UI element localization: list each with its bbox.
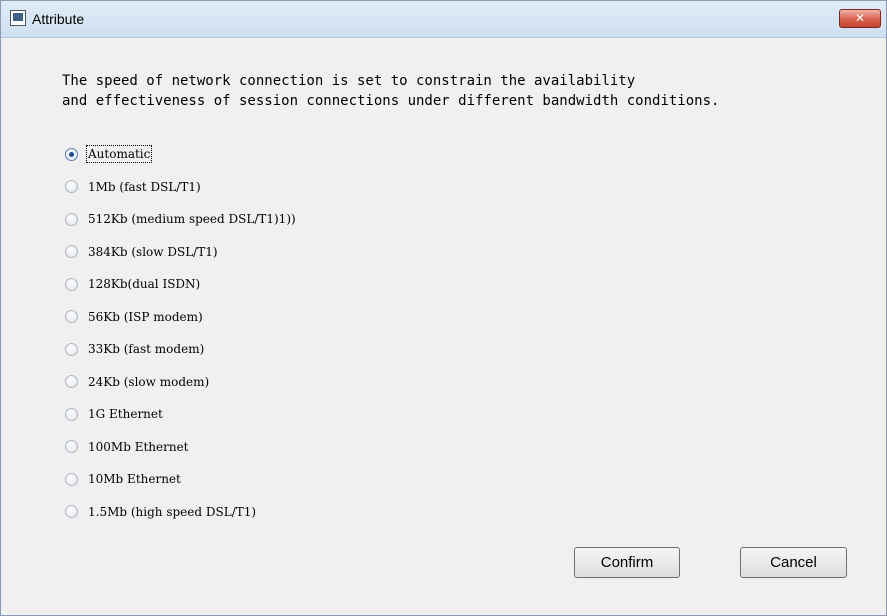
cancel-button[interactable]: Cancel — [740, 547, 847, 578]
radio-1mb[interactable] — [65, 180, 78, 194]
option-label: 128Kb(dual ISDN) — [88, 277, 201, 292]
option-128kb[interactable]: 128Kb(dual ISDN) — [65, 268, 296, 301]
description-line-1: The speed of network connection is set t… — [62, 73, 636, 89]
option-label: 384Kb (slow DSL/T1) — [88, 244, 218, 259]
window-title: Attribute — [32, 11, 85, 27]
radio-selected-dot — [69, 151, 74, 157]
option-label: 24Kb (slow modem) — [88, 374, 210, 389]
radio-24kb[interactable] — [65, 375, 78, 389]
radio-512kb[interactable] — [65, 212, 78, 226]
description-text: The speed of network connection is set t… — [62, 71, 719, 111]
option-label: 10Mb Ethernet — [88, 472, 181, 487]
option-512kb[interactable]: 512Kb (medium speed DSL/T1)1)) — [65, 203, 296, 236]
radio-384kb[interactable] — [65, 245, 78, 259]
radio-1g-ethernet[interactable] — [65, 407, 78, 421]
option-automatic[interactable]: Automatic — [65, 138, 296, 171]
option-label: 56Kb (ISP modem) — [88, 309, 203, 324]
attribute-dialog: Attribute ✕ The speed of network connect… — [0, 0, 887, 616]
close-icon: ✕ — [854, 11, 866, 25]
radio-automatic[interactable] — [65, 147, 78, 161]
radio-33kb[interactable] — [65, 342, 78, 356]
option-label: 1G Ethernet — [88, 407, 163, 422]
connection-speed-options: Automatic 1Mb (fast DSL/T1) 512Kb (mediu… — [65, 138, 296, 528]
option-1g-ethernet[interactable]: 1G Ethernet — [65, 398, 296, 431]
option-1mb[interactable]: 1Mb (fast DSL/T1) — [65, 171, 296, 204]
option-100mb-ethernet[interactable]: 100Mb Ethernet — [65, 431, 296, 464]
title-bar[interactable]: Attribute ✕ — [1, 1, 886, 38]
option-label: 512Kb (medium speed DSL/T1)1)) — [88, 212, 296, 227]
radio-100mb-ethernet[interactable] — [65, 440, 78, 454]
option-33kb[interactable]: 33Kb (fast modem) — [65, 333, 296, 366]
close-button[interactable]: ✕ — [839, 9, 881, 28]
option-label: 1.5Mb (high speed DSL/T1) — [88, 504, 257, 519]
option-56kb[interactable]: 56Kb (ISP modem) — [65, 301, 296, 334]
option-10mb-ethernet[interactable]: 10Mb Ethernet — [65, 463, 296, 496]
option-384kb[interactable]: 384Kb (slow DSL/T1) — [65, 236, 296, 269]
option-1-5mb[interactable]: 1.5Mb (high speed DSL/T1) — [65, 496, 296, 529]
option-label: 100Mb Ethernet — [88, 439, 189, 454]
description-line-2: and effectiveness of session connections… — [62, 93, 720, 109]
radio-56kb[interactable] — [65, 310, 78, 324]
option-24kb[interactable]: 24Kb (slow modem) — [65, 366, 296, 399]
radio-10mb-ethernet[interactable] — [65, 472, 78, 486]
option-label: Automatic — [85, 145, 153, 164]
option-label: 33Kb (fast modem) — [88, 342, 205, 357]
radio-1-5mb[interactable] — [65, 505, 78, 519]
option-label: 1Mb (fast DSL/T1) — [88, 179, 201, 194]
radio-128kb[interactable] — [65, 277, 78, 291]
window-icon — [10, 10, 26, 26]
confirm-button[interactable]: Confirm — [574, 547, 680, 578]
